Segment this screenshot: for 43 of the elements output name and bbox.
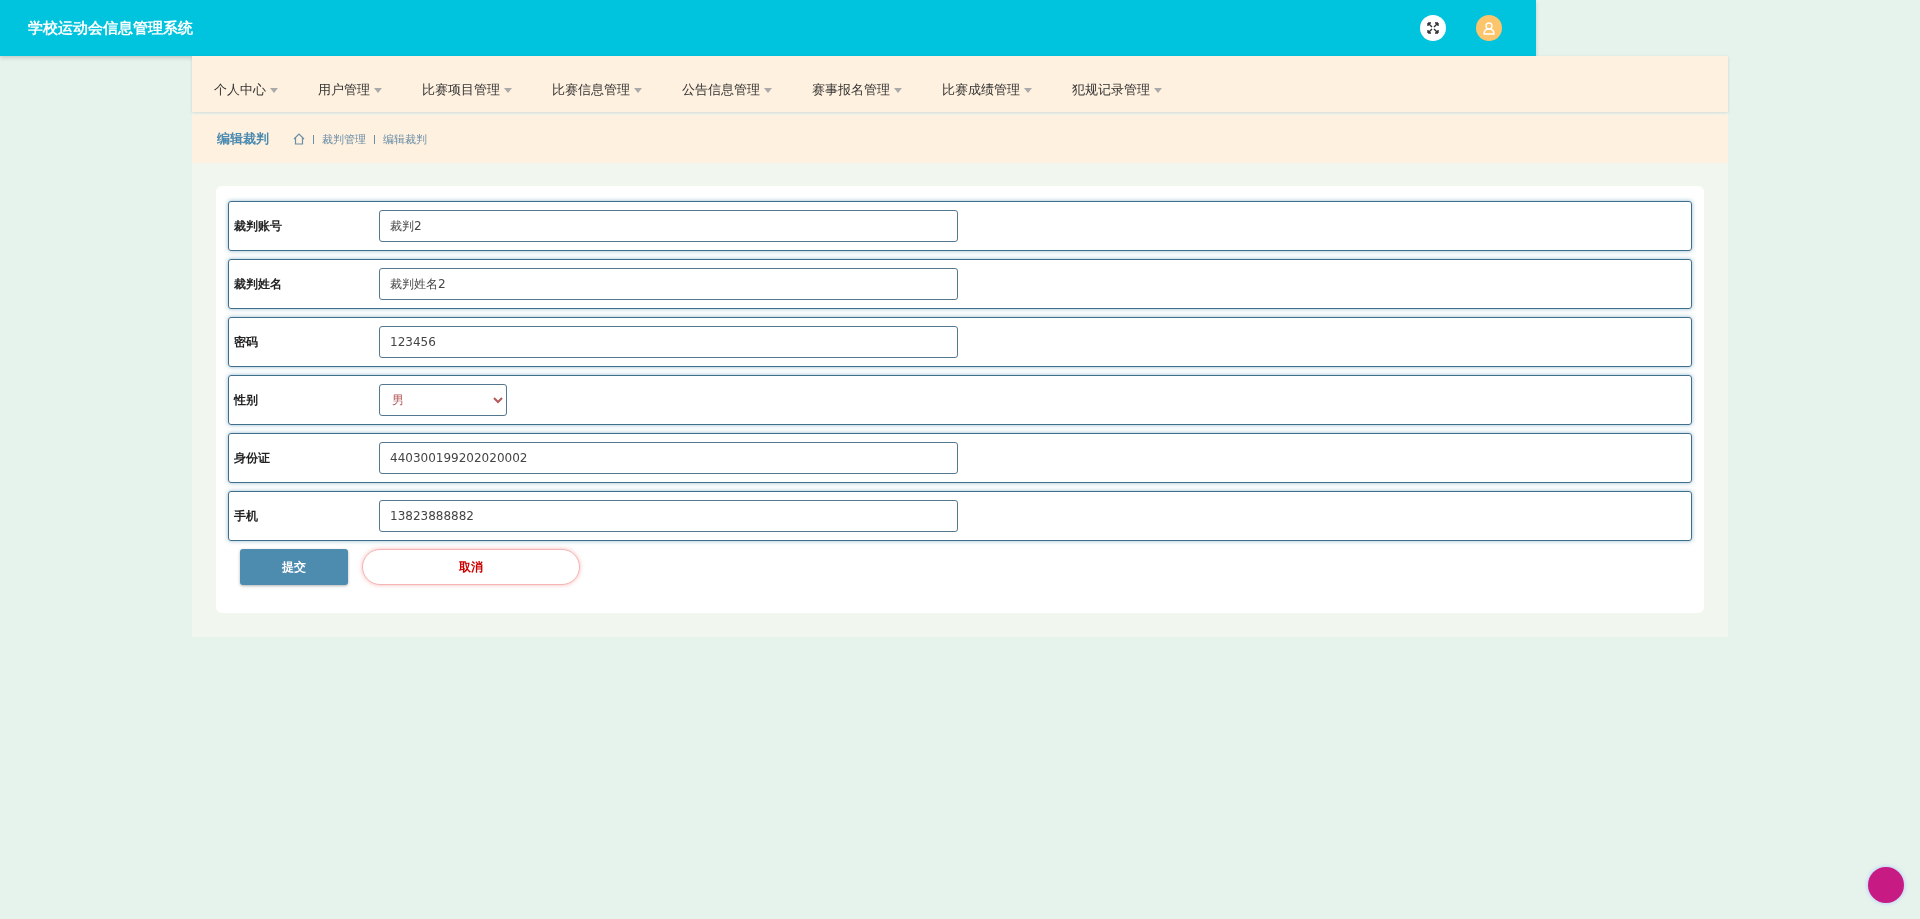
input-field[interactable]: 裁判2 xyxy=(379,210,958,242)
select-field[interactable]: 男 xyxy=(379,384,507,416)
nav-label[interactable]: 犯规记录管理 xyxy=(1072,81,1150,99)
page-title: 编辑裁判 xyxy=(217,130,269,148)
nav-label[interactable]: 比赛成绩管理 xyxy=(942,81,1020,99)
nav-menu-item[interactable]: 比赛信息管理 xyxy=(552,69,682,99)
field-label: 身份证 xyxy=(234,449,271,467)
field-label: 密码 xyxy=(234,333,259,351)
nav-label[interactable]: 赛事报名管理 xyxy=(812,81,890,99)
fullscreen-icon[interactable] xyxy=(1420,15,1446,41)
caret-icon xyxy=(1154,87,1162,93)
floating-dot[interactable] xyxy=(1868,867,1904,903)
nav-label[interactable]: 用户管理 xyxy=(318,81,370,99)
input-field[interactable]: 裁判姓名2 xyxy=(379,268,958,300)
nav-label[interactable]: 比赛信息管理 xyxy=(552,81,630,99)
caret-icon xyxy=(1024,87,1032,93)
input-field[interactable]: 440300199202020002 xyxy=(379,442,958,474)
field-label: 裁判账号 xyxy=(234,217,283,235)
field-label: 手机 xyxy=(234,507,259,525)
caret-icon xyxy=(504,87,512,93)
nav-menu-item[interactable]: 比赛项目管理 xyxy=(422,69,552,99)
caret-icon xyxy=(374,87,382,93)
nav-label[interactable]: 个人中心 xyxy=(214,81,266,99)
field-label: 性别 xyxy=(234,391,259,409)
submit-button[interactable]: 提交 xyxy=(240,549,348,585)
nav-menu-item[interactable]: 个人中心 xyxy=(214,69,318,99)
nav-label[interactable]: 公告信息管理 xyxy=(682,81,760,99)
nav-menu-item[interactable]: 赛事报名管理 xyxy=(812,69,942,99)
cancel-button[interactable]: 取消 xyxy=(362,549,580,585)
input-field[interactable]: 13823888882 xyxy=(379,500,958,532)
caret-icon xyxy=(270,87,278,93)
field-label: 裁判姓名 xyxy=(234,275,283,293)
nav-menu-item[interactable]: 用户管理 xyxy=(318,69,422,99)
input-field[interactable]: 123456 xyxy=(379,326,958,358)
nav-menu-item[interactable]: 犯规记录管理 xyxy=(1072,69,1202,99)
nav-menu-item[interactable]: 公告信息管理 xyxy=(682,69,812,99)
caret-icon xyxy=(764,87,772,93)
nav-menu-item[interactable]: 比赛成绩管理 xyxy=(942,69,1072,99)
nav-label[interactable]: 比赛项目管理 xyxy=(422,81,500,99)
app-title: 学校运动会信息管理系统 xyxy=(28,18,193,38)
caret-icon xyxy=(894,87,902,93)
home-icon[interactable] xyxy=(293,133,305,145)
caret-icon xyxy=(634,87,642,93)
